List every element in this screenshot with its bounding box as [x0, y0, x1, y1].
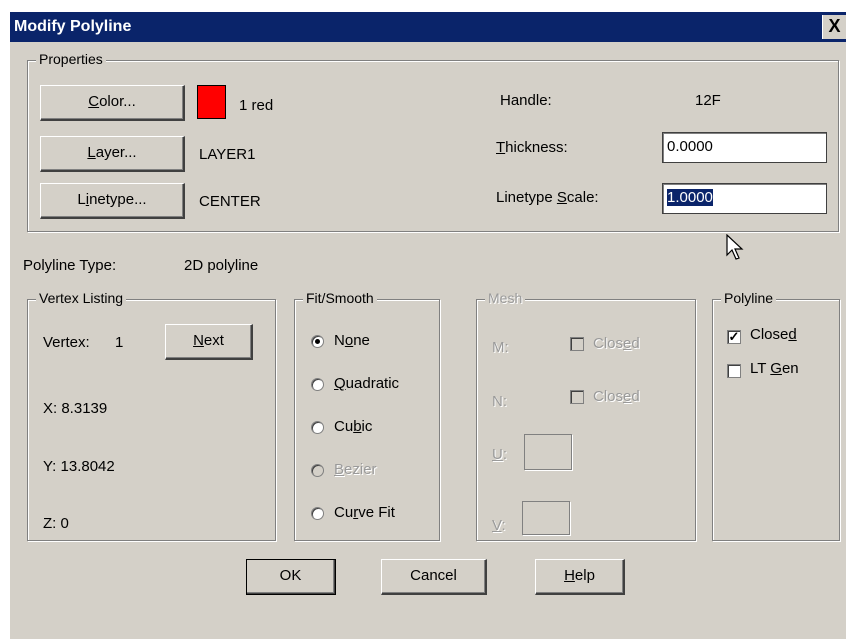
ok-button[interactable]: OK	[246, 559, 336, 595]
mesh-n-closed-label: Closed	[593, 388, 640, 405]
option-none-label[interactable]: None	[334, 332, 370, 349]
color-swatch	[197, 85, 226, 119]
cancel-button[interactable]: Cancel	[381, 559, 487, 595]
mesh-v-field	[522, 501, 570, 535]
option-curve-fit-label[interactable]: Curve Fit	[334, 504, 395, 521]
next-button[interactable]: Next	[165, 324, 253, 360]
mesh-legend: Mesh	[485, 290, 526, 306]
polyline-type-label: Polyline Type:	[23, 257, 117, 274]
option-cubic-label[interactable]: Cubic	[334, 418, 372, 435]
vertex-x: X: 8.3139	[43, 400, 108, 417]
mesh-group: Mesh	[476, 290, 696, 541]
mesh-v-label: V:	[492, 517, 506, 534]
linetype-scale-selected-text: 1.0000	[667, 189, 713, 206]
layer-button[interactable]: Layer...	[40, 136, 185, 172]
thickness-input[interactable]: 0.0000	[662, 132, 827, 163]
lt-gen-label[interactable]: LT Gen	[750, 360, 799, 377]
vertex-listing-legend: Vertex Listing	[36, 290, 127, 306]
vertex-y: Y: 13.8042	[43, 458, 115, 475]
mesh-u-field	[524, 434, 572, 470]
option-quadratic-label[interactable]: Quadratic	[334, 375, 399, 392]
linetype-scale-label: Linetype Scale:	[496, 189, 599, 206]
linetype-button[interactable]: Linetype...	[40, 183, 185, 219]
polyline-legend: Polyline	[721, 290, 777, 306]
radio-quadratic[interactable]	[311, 378, 324, 391]
linetype-scale-input[interactable]: 1.0000	[662, 183, 827, 214]
title-bar[interactable]: Modify Polyline X	[10, 12, 846, 42]
vertex-label: Vertex:	[43, 334, 90, 351]
radio-none[interactable]	[311, 335, 324, 348]
linetype-value: CENTER	[199, 193, 261, 210]
vertex-z: Z: 0	[43, 515, 69, 532]
mesh-u-label: U:	[492, 446, 508, 463]
layer-value: LAYER1	[199, 146, 256, 163]
close-icon[interactable]: X	[822, 15, 846, 39]
radio-cubic[interactable]	[311, 421, 324, 434]
thickness-label: Thickness:	[496, 139, 568, 156]
properties-legend: Properties	[36, 51, 106, 67]
radio-curve-fit[interactable]	[311, 507, 324, 520]
closed-label[interactable]: Closed	[750, 326, 797, 343]
closed-checkbox[interactable]: ✓	[727, 330, 741, 344]
vertex-value: 1	[115, 334, 124, 351]
help-button[interactable]: Help	[535, 559, 625, 595]
color-button[interactable]: Color...	[40, 85, 185, 121]
color-value: 1 red	[239, 97, 274, 114]
window-title: Modify Polyline	[14, 18, 132, 35]
mesh-m-closed-label: Closed	[593, 335, 640, 352]
mesh-n-label: N:	[492, 393, 507, 410]
option-bezier-label: Bezier	[334, 461, 377, 478]
polyline-type-value: 2D polyline	[184, 257, 259, 274]
mesh-m-label: M:	[492, 339, 509, 356]
mesh-m-closed-checkbox	[570, 337, 584, 351]
radio-bezier	[311, 464, 324, 477]
lt-gen-checkbox[interactable]	[727, 364, 741, 378]
modify-polyline-dialog: Modify Polyline X Properties Color... 1 …	[10, 12, 846, 639]
fit-smooth-legend: Fit/Smooth	[303, 290, 377, 306]
handle-label: Handle:	[500, 92, 552, 109]
handle-value: 12F	[695, 92, 721, 109]
mouse-cursor-icon	[726, 234, 744, 260]
mesh-n-closed-checkbox	[570, 390, 584, 404]
